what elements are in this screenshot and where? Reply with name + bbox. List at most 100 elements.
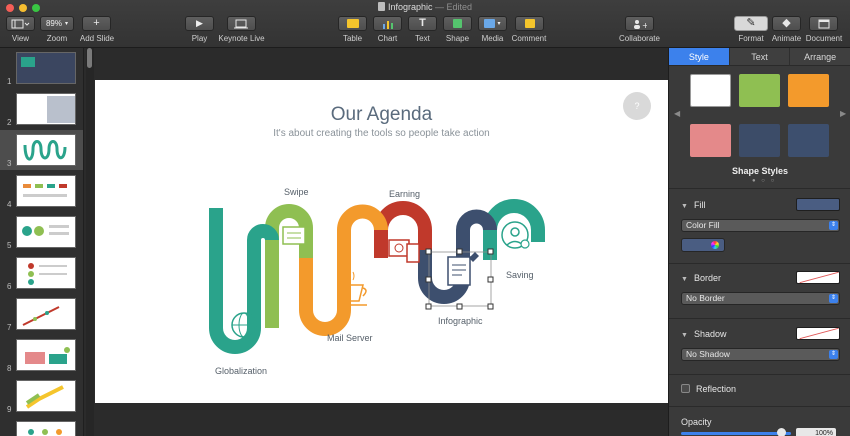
document-button[interactable] — [809, 16, 838, 31]
opacity-slider-knob[interactable] — [777, 428, 786, 436]
zoom-label: Zoom — [46, 34, 68, 43]
divider — [669, 263, 850, 264]
document-icon — [377, 2, 385, 11]
window-title: Infographic — Edited — [0, 2, 850, 12]
shadow-color-well[interactable] — [796, 327, 840, 340]
shadow-section-header[interactable]: ▼ Shadow — [681, 329, 726, 339]
label-globalization[interactable]: Globalization — [215, 366, 267, 376]
text-button[interactable]: T — [408, 16, 437, 31]
divider — [669, 374, 850, 375]
format-label: Format — [738, 34, 764, 43]
inspector-tabs: Style Text Arrange — [669, 48, 850, 66]
slide-navigator: 1 2 3 4 5 6 7 8 9 — [0, 48, 84, 436]
collaborate-button[interactable]: + — [625, 16, 654, 31]
reflection-checkbox[interactable] — [681, 384, 690, 393]
table-icon — [346, 19, 359, 28]
saving-segment[interactable] — [483, 199, 545, 260]
slide-thumbnail-5[interactable]: 5 — [0, 212, 83, 252]
slide-thumbnail-1[interactable]: 1 — [0, 48, 83, 88]
slide-thumbnail-4[interactable]: 4 — [0, 171, 83, 211]
chevron-updown-icon: ⇕ — [829, 294, 838, 303]
disclosure-triangle-icon: ▼ — [681, 203, 688, 210]
keynote-live-label: Keynote Live — [218, 34, 265, 43]
color-wheel-icon[interactable] — [711, 241, 719, 249]
disclosure-triangle-icon: ▼ — [681, 332, 688, 339]
shape-label: Shape — [445, 34, 470, 43]
tab-style[interactable]: Style — [669, 48, 730, 66]
slide-thumbnail-9[interactable]: 9 — [0, 376, 83, 416]
navigator-scroll-thumb[interactable] — [87, 48, 92, 68]
shape-style-swatch-orange[interactable] — [788, 74, 829, 107]
play-button[interactable]: ▶ — [185, 16, 214, 31]
toolbar: Infographic — Edited View 89% ▾ Zoom + A… — [0, 0, 850, 48]
notepad-icon[interactable] — [282, 226, 306, 245]
text-label: Text — [415, 34, 430, 43]
slide-thumbnail-8[interactable]: 8 — [0, 335, 83, 375]
sidebar-view-icon — [11, 19, 29, 28]
format-inspector: Style Text Arrange ◀ ▶ Shape Styles ● ○ … — [668, 48, 850, 436]
comment-icon — [524, 19, 535, 28]
comment-label: Comment — [511, 34, 547, 43]
border-type-popup[interactable]: No Border ⇕ — [681, 292, 840, 305]
thumbnail-image — [16, 134, 76, 166]
fill-color-well[interactable] — [796, 198, 840, 211]
table-button[interactable] — [338, 16, 367, 31]
media-button[interactable]: ▾ — [478, 16, 507, 31]
border-section-header[interactable]: ▼ Border — [681, 273, 721, 283]
label-mail-server[interactable]: Mail Server — [327, 333, 373, 343]
zoom-popup[interactable]: 89% ▾ — [40, 16, 74, 31]
opacity-field[interactable]: 100% — [796, 428, 836, 436]
money-icon[interactable] — [388, 239, 420, 263]
shape-style-swatch-pink[interactable] — [690, 124, 731, 157]
chevron-updown-icon: ⇕ — [829, 221, 838, 230]
view-button[interactable] — [6, 16, 35, 31]
fill-type-popup[interactable]: Color Fill ⇕ — [681, 219, 840, 232]
shape-style-swatch-green[interactable] — [739, 74, 780, 107]
globe-icon[interactable] — [231, 312, 257, 338]
table-label: Table — [342, 34, 363, 43]
border-color-well[interactable] — [796, 271, 840, 284]
tab-arrange[interactable]: Arrange — [790, 48, 850, 66]
slide[interactable]: Our Agenda It's about creating the tools… — [95, 80, 668, 403]
label-saving[interactable]: Saving — [506, 270, 534, 280]
add-slide-button[interactable]: + — [82, 16, 111, 31]
animate-button[interactable]: ◆ — [772, 16, 801, 31]
add-slide-label: Add Slide — [79, 34, 115, 43]
label-infographic[interactable]: Infographic — [438, 316, 483, 326]
fill-section-header[interactable]: ▼ Fill — [681, 200, 705, 210]
navigator-scrollbar[interactable] — [86, 48, 94, 436]
chart-button[interactable] — [373, 16, 402, 31]
shape-button[interactable] — [443, 16, 472, 31]
piggy-bank-icon[interactable] — [501, 221, 530, 249]
shape-styles-label: Shape Styles — [731, 166, 789, 176]
format-button[interactable]: ✎ — [734, 16, 768, 31]
opacity-slider[interactable] — [681, 432, 791, 435]
slide-thumbnail-6[interactable]: 6 — [0, 253, 83, 293]
shadow-type-popup[interactable]: No Shadow ⇕ — [681, 348, 840, 361]
chart-icon — [382, 20, 393, 29]
mail-server-segment[interactable] — [299, 258, 351, 336]
previous-styles-arrow-icon[interactable]: ◀ — [674, 109, 680, 118]
slide-thumbnail-3[interactable]: 3 — [0, 130, 83, 170]
shape-style-swatch-navy-dark[interactable] — [788, 124, 829, 157]
next-styles-arrow-icon[interactable]: ▶ — [840, 109, 846, 118]
keynote-live-button[interactable] — [227, 16, 256, 31]
shape-style-swatch-navy[interactable] — [739, 124, 780, 157]
shape-style-swatch-white[interactable] — [690, 74, 731, 107]
comment-button[interactable] — [515, 16, 544, 31]
slide-thumbnail-2[interactable]: 2 — [0, 89, 83, 129]
slide-thumbnail-10[interactable]: 10 — [0, 417, 83, 436]
agenda-infographic[interactable] — [95, 80, 668, 403]
view-label: View — [11, 34, 30, 43]
chevron-down-icon: ▾ — [65, 21, 69, 27]
slide-thumbnail-7[interactable]: 7 — [0, 294, 83, 334]
tab-text[interactable]: Text — [729, 48, 791, 66]
page-indicator[interactable]: ● ○ ○ — [752, 178, 776, 184]
label-swipe[interactable]: Swipe — [284, 187, 309, 197]
thumbnail-image — [16, 421, 76, 436]
thumbnail-image — [16, 257, 76, 289]
play-label: Play — [191, 34, 208, 43]
play-icon: ▶ — [196, 18, 203, 28]
label-earning[interactable]: Earning — [389, 189, 420, 199]
thumbnail-image — [16, 216, 76, 248]
